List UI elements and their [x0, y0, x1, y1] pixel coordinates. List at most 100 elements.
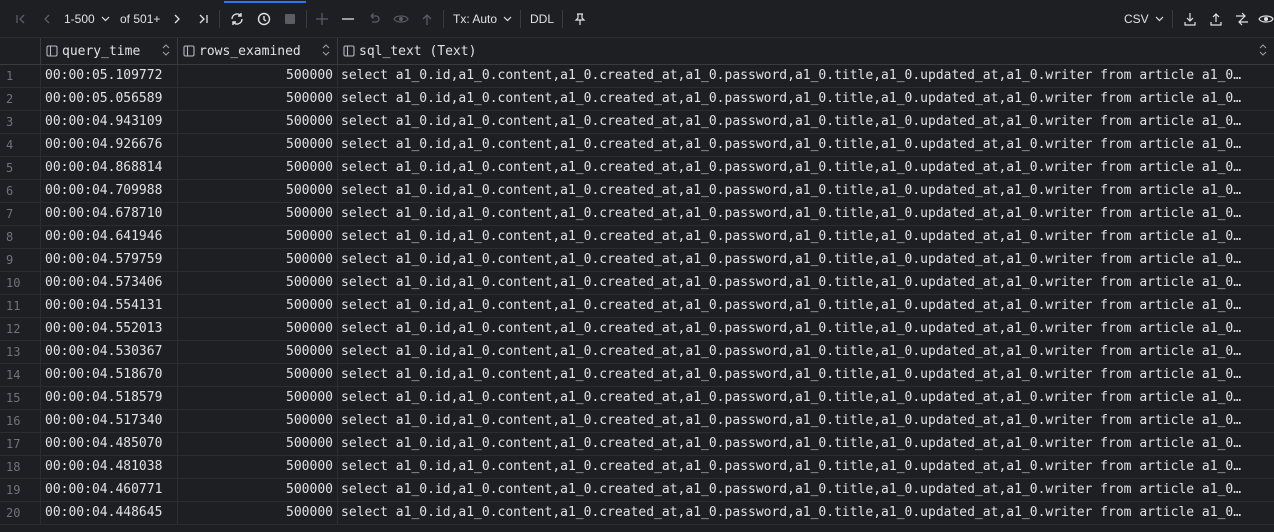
- table-row[interactable]: 3 00:00:04.943109 500000 select a1_0.id,a1_…: [0, 111, 1274, 134]
- rows-examined-cell[interactable]: 500000: [178, 502, 338, 524]
- query-time-cell[interactable]: 00:00:04.579759: [41, 249, 178, 271]
- query-time-cell[interactable]: 00:00:04.709988: [41, 180, 178, 202]
- sql-text-cell[interactable]: select a1_0.id,a1_0.content,a1_0.created…: [338, 341, 1274, 363]
- history-icon[interactable]: [253, 9, 275, 29]
- column-header-query-time[interactable]: query_time: [41, 38, 178, 64]
- table-row[interactable]: 18 00:00:04.481038 500000 select a1_0.id,a1…: [0, 456, 1274, 479]
- table-row[interactable]: 19 00:00:04.460771 500000 select a1_0.id,a1…: [0, 479, 1274, 502]
- table-row[interactable]: 11 00:00:04.554131 500000 select a1_0.id,a1…: [0, 295, 1274, 318]
- query-time-cell[interactable]: 00:00:04.573406: [41, 272, 178, 294]
- sql-text-cell[interactable]: select a1_0.id,a1_0.content,a1_0.created…: [338, 479, 1274, 501]
- sql-text-cell[interactable]: select a1_0.id,a1_0.content,a1_0.created…: [338, 226, 1274, 248]
- rows-examined-cell[interactable]: 500000: [178, 318, 338, 340]
- table-row[interactable]: 14 00:00:04.518670 500000 select a1_0.id,a1…: [0, 364, 1274, 387]
- query-time-cell[interactable]: 00:00:05.109772: [41, 65, 178, 87]
- table-row[interactable]: 10 00:00:04.573406 500000 select a1_0.id,a1…: [0, 272, 1274, 295]
- table-row[interactable]: 16 00:00:04.517340 500000 select a1_0.id,a1…: [0, 410, 1274, 433]
- page-range-dropdown[interactable]: 1-500: [64, 9, 116, 29]
- column-header-sql-text[interactable]: sql_text (Text): [338, 38, 1274, 64]
- query-time-cell[interactable]: 00:00:04.518670: [41, 364, 178, 386]
- query-time-cell[interactable]: 00:00:04.460771: [41, 479, 178, 501]
- rows-examined-cell[interactable]: 500000: [178, 157, 338, 179]
- sql-text-cell[interactable]: select a1_0.id,a1_0.content,a1_0.created…: [338, 157, 1274, 179]
- query-time-cell[interactable]: 00:00:04.554131: [41, 295, 178, 317]
- table-row[interactable]: 12 00:00:04.552013 500000 select a1_0.id,a1…: [0, 318, 1274, 341]
- compare-icon[interactable]: [1232, 9, 1252, 29]
- upload-icon[interactable]: [1206, 9, 1226, 29]
- sql-text-cell[interactable]: select a1_0.id,a1_0.content,a1_0.created…: [338, 364, 1274, 386]
- rows-examined-cell[interactable]: 500000: [178, 433, 338, 455]
- sql-text-cell[interactable]: select a1_0.id,a1_0.content,a1_0.created…: [338, 88, 1274, 110]
- query-time-cell[interactable]: 00:00:04.481038: [41, 456, 178, 478]
- query-time-cell[interactable]: 00:00:04.448645: [41, 502, 178, 524]
- rows-examined-cell[interactable]: 500000: [178, 249, 338, 271]
- rows-examined-cell[interactable]: 500000: [178, 272, 338, 294]
- query-time-cell[interactable]: 00:00:04.868814: [41, 157, 178, 179]
- sort-icon[interactable]: [322, 44, 330, 56]
- ddl-button[interactable]: DDL: [529, 9, 555, 29]
- sort-icon[interactable]: [1259, 44, 1267, 56]
- table-row[interactable]: 15 00:00:04.518579 500000 select a1_0.id,a1…: [0, 387, 1274, 410]
- stop-icon[interactable]: [280, 9, 300, 29]
- sql-text-cell[interactable]: select a1_0.id,a1_0.content,a1_0.created…: [338, 203, 1274, 225]
- view-icon[interactable]: [1258, 9, 1274, 29]
- rows-examined-cell[interactable]: 500000: [178, 410, 338, 432]
- rows-examined-cell[interactable]: 500000: [178, 364, 338, 386]
- next-page-icon[interactable]: [168, 9, 186, 29]
- sql-text-cell[interactable]: select a1_0.id,a1_0.content,a1_0.created…: [338, 65, 1274, 87]
- column-header-rows-examined[interactable]: rows_examined: [178, 38, 338, 64]
- rows-examined-cell[interactable]: 500000: [178, 203, 338, 225]
- table-row[interactable]: 2 00:00:05.056589 500000 select a1_0.id,a1_…: [0, 88, 1274, 111]
- preview-changes-icon[interactable]: [390, 9, 412, 29]
- query-time-cell[interactable]: 00:00:04.943109: [41, 111, 178, 133]
- previous-page-icon[interactable]: [38, 9, 56, 29]
- sql-text-cell[interactable]: select a1_0.id,a1_0.content,a1_0.created…: [338, 249, 1274, 271]
- query-time-cell[interactable]: 00:00:04.530367: [41, 341, 178, 363]
- query-time-cell[interactable]: 00:00:04.518579: [41, 387, 178, 409]
- sql-text-cell[interactable]: select a1_0.id,a1_0.content,a1_0.created…: [338, 410, 1274, 432]
- rows-examined-cell[interactable]: 500000: [178, 134, 338, 156]
- sql-text-cell[interactable]: select a1_0.id,a1_0.content,a1_0.created…: [338, 387, 1274, 409]
- query-time-cell[interactable]: 00:00:04.641946: [41, 226, 178, 248]
- table-row[interactable]: 20 00:00:04.448645 500000 select a1_0.id,a1…: [0, 502, 1274, 525]
- transaction-mode-dropdown[interactable]: Tx: Auto: [453, 9, 515, 29]
- table-row[interactable]: 13 00:00:04.530367 500000 select a1_0.id,a1…: [0, 341, 1274, 364]
- submit-icon[interactable]: [417, 9, 437, 29]
- table-row[interactable]: 4 00:00:04.926676 500000 select a1_0.id,a1_…: [0, 134, 1274, 157]
- sql-text-cell[interactable]: select a1_0.id,a1_0.content,a1_0.created…: [338, 295, 1274, 317]
- sql-text-cell[interactable]: select a1_0.id,a1_0.content,a1_0.created…: [338, 502, 1274, 524]
- sort-icon[interactable]: [162, 44, 170, 56]
- rows-examined-cell[interactable]: 500000: [178, 479, 338, 501]
- query-time-cell[interactable]: 00:00:04.485070: [41, 433, 178, 455]
- rows-examined-cell[interactable]: 500000: [178, 341, 338, 363]
- sql-text-cell[interactable]: select a1_0.id,a1_0.content,a1_0.created…: [338, 272, 1274, 294]
- sql-text-cell[interactable]: select a1_0.id,a1_0.content,a1_0.created…: [338, 433, 1274, 455]
- rows-examined-cell[interactable]: 500000: [178, 111, 338, 133]
- table-row[interactable]: 17 00:00:04.485070 500000 select a1_0.id,a1…: [0, 433, 1274, 456]
- query-time-cell[interactable]: 00:00:04.926676: [41, 134, 178, 156]
- query-time-cell[interactable]: 00:00:04.678710: [41, 203, 178, 225]
- rows-examined-cell[interactable]: 500000: [178, 226, 338, 248]
- add-row-icon[interactable]: [312, 9, 332, 29]
- sql-text-cell[interactable]: select a1_0.id,a1_0.content,a1_0.created…: [338, 180, 1274, 202]
- sql-text-cell[interactable]: select a1_0.id,a1_0.content,a1_0.created…: [338, 456, 1274, 478]
- sql-text-cell[interactable]: select a1_0.id,a1_0.content,a1_0.created…: [338, 134, 1274, 156]
- export-format-dropdown[interactable]: CSV: [1124, 9, 1166, 29]
- sql-text-cell[interactable]: select a1_0.id,a1_0.content,a1_0.created…: [338, 318, 1274, 340]
- query-time-cell[interactable]: 00:00:04.552013: [41, 318, 178, 340]
- rows-examined-cell[interactable]: 500000: [178, 456, 338, 478]
- last-page-icon[interactable]: [194, 9, 212, 29]
- pin-icon[interactable]: [570, 9, 590, 29]
- revert-icon[interactable]: [364, 9, 384, 29]
- rows-examined-cell[interactable]: 500000: [178, 387, 338, 409]
- table-row[interactable]: 6 00:00:04.709988 500000 select a1_0.id,a1_…: [0, 180, 1274, 203]
- table-row[interactable]: 7 00:00:04.678710 500000 select a1_0.id,a1_…: [0, 203, 1274, 226]
- refresh-icon[interactable]: [226, 9, 248, 29]
- table-row[interactable]: 1 00:00:05.109772 500000 select a1_0.id,a1_…: [0, 65, 1274, 88]
- sql-text-cell[interactable]: select a1_0.id,a1_0.content,a1_0.created…: [338, 111, 1274, 133]
- rows-examined-cell[interactable]: 500000: [178, 88, 338, 110]
- table-row[interactable]: 5 00:00:04.868814 500000 select a1_0.id,a1_…: [0, 157, 1274, 180]
- rows-examined-cell[interactable]: 500000: [178, 180, 338, 202]
- delete-row-icon[interactable]: [338, 9, 358, 29]
- rows-examined-cell[interactable]: 500000: [178, 65, 338, 87]
